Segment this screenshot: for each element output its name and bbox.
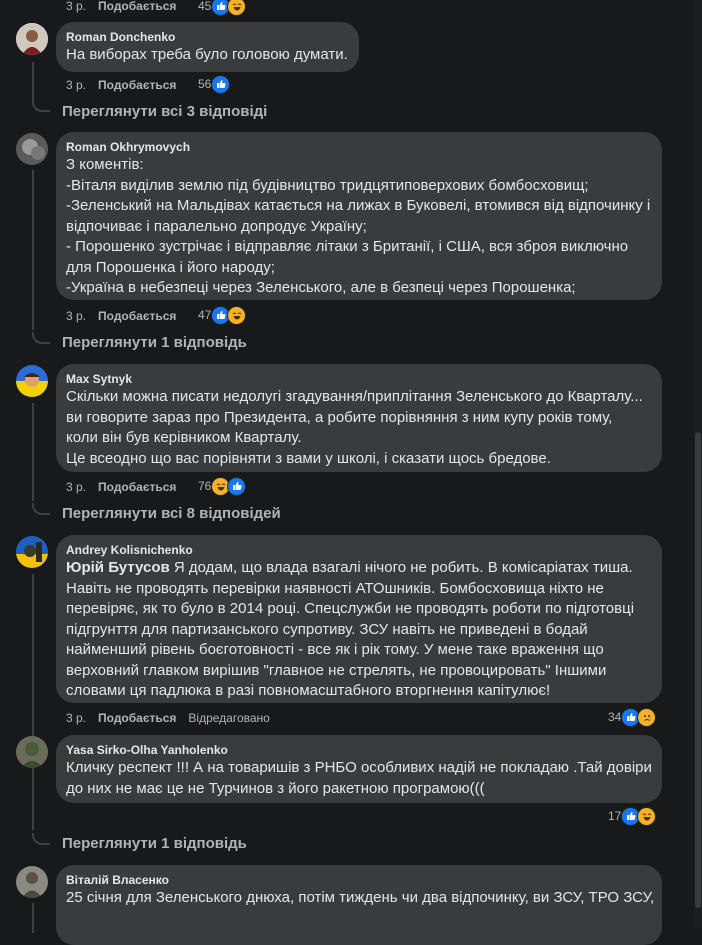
view-replies-link[interactable]: Переглянути всі 3 відповіді	[62, 102, 267, 122]
like-link[interactable]: Подобається	[98, 0, 176, 13]
timestamp[interactable]: 3 р.	[66, 0, 86, 13]
comment-line: ви говорите зараз про Президента, а роби…	[66, 408, 613, 426]
thread-connector	[32, 503, 50, 515]
comment-line: верховний главком вирішив "главное не ст…	[66, 661, 607, 679]
haha-icon	[227, 0, 247, 16]
comment-bubble: Max Sytnyk Скільки можна писати недолугі…	[56, 364, 662, 472]
thread-connector	[32, 833, 50, 845]
thread-line	[32, 903, 34, 933]
view-replies-link[interactable]: Переглянути 1 відповідь	[62, 834, 247, 854]
timestamp[interactable]: 3 р.	[66, 711, 86, 725]
comment-line: підгрунття для партизанського супротиву.…	[66, 620, 588, 638]
comment-text: 25 січня для Зеленського днюха, потім ти…	[66, 888, 655, 909]
comment-line: Скільки можна писати недолугі згадування…	[66, 388, 643, 405]
comment-bubble: Roman Okhrymovych З коментів: -Віталя ви…	[56, 132, 662, 300]
comment-line: до них не має це не Турчинов з його раке…	[66, 779, 485, 797]
view-replies-link[interactable]: Переглянути 1 відповідь	[62, 333, 247, 353]
timestamp[interactable]: 3 р.	[66, 309, 86, 323]
scrollbar[interactable]	[694, 0, 702, 928]
thread-line	[32, 574, 34, 830]
avatar[interactable]	[16, 365, 48, 397]
reaction-count: 45	[198, 0, 212, 13]
comment-line-text: Я додам, що влада взагалі нічого не роби…	[169, 559, 633, 576]
comment-line: На виборах треба було головою думати.	[66, 46, 348, 63]
author-name[interactable]: Max Sytnyk	[66, 371, 650, 387]
comment-line: Це всеодно що вас порівняти з вами у шко…	[66, 449, 551, 467]
comment-line: коли він був керівником Кварталу.	[66, 429, 302, 446]
reaction-count: 76	[198, 479, 212, 493]
comment-bubble: Віталій Власенко 25 січня для Зеленськог…	[56, 865, 662, 945]
comment-bubble: Andrey Kolisnichenko Юрій Бутусов Я дода…	[56, 535, 662, 703]
like-link[interactable]: Подобається	[98, 309, 176, 323]
like-link[interactable]: Подобається	[98, 78, 176, 92]
comment-meta: 3 р. Подобається Відредаговано	[66, 710, 282, 726]
thread-line	[32, 403, 34, 501]
reactions[interactable]: 34	[608, 707, 657, 727]
comment-text: Кличку респект !!! А на товаришів з РНБО…	[66, 758, 652, 799]
timestamp[interactable]: 3 р.	[66, 78, 86, 92]
like-link[interactable]: Подобається	[98, 711, 176, 725]
reactions[interactable]: 17	[608, 806, 657, 826]
comment-line: перевіряє, як то було в 2014 році. Спецс…	[66, 600, 635, 617]
reaction-count: 17	[608, 809, 622, 823]
author-name[interactable]: Roman Donchenko	[66, 29, 347, 45]
comment-text: Юрій Бутусов Я додам, що влада взагалі н…	[66, 558, 650, 702]
comment-bubble: Roman Donchenko На виборах треба було го…	[56, 22, 359, 72]
author-name[interactable]: Roman Okhrymovych	[66, 139, 650, 155]
comment-meta: 3 р. Подобається	[66, 308, 188, 324]
comment-line: -Зеленський на Мальдівах катається на ли…	[66, 197, 651, 214]
comment-line: -Віталя виділив землю під будівництво тр…	[66, 176, 589, 194]
avatar[interactable]	[16, 736, 48, 768]
comment-line: 25 січня для Зеленського днюха, потім ти…	[66, 889, 655, 906]
reactions[interactable]: 76	[198, 476, 247, 496]
reaction-count: 47	[198, 308, 212, 322]
thread-line	[32, 170, 34, 330]
reaction-count: 34	[608, 710, 622, 724]
haha-icon	[637, 806, 657, 826]
reaction-count: 56	[198, 77, 212, 91]
comment-line: - Порошенко зустрічає і відправляє літак…	[66, 238, 629, 255]
mention-link[interactable]: Юрій Бутусов	[66, 559, 170, 576]
like-icon	[227, 476, 247, 496]
avatar[interactable]	[16, 536, 48, 568]
comment-line: Юрій Бутусов Я додам, що влада взагалі н…	[66, 558, 650, 579]
comment-meta: 3 р. Подобається	[66, 0, 188, 14]
avatar[interactable]	[16, 133, 48, 165]
avatar[interactable]	[16, 866, 48, 898]
comment-meta: 3 р. Подобається	[66, 479, 188, 495]
comment-line: З коментів:	[66, 156, 144, 173]
thread-connector	[32, 100, 50, 112]
author-name[interactable]: Andrey Kolisnichenko	[66, 542, 650, 558]
comment-line: Навіть не проводять перевірки наявності …	[66, 579, 604, 597]
comment-text: Скільки можна писати недолугі згадування…	[66, 387, 650, 469]
edited-label[interactable]: Відредаговано	[188, 711, 269, 725]
comment-line: Кличку респект !!! А на товаришів з РНБО…	[66, 759, 652, 776]
avatar[interactable]	[16, 23, 48, 55]
comment-line: словами ця падлюка в разі повномасштабно…	[66, 682, 551, 699]
sad-icon	[637, 707, 657, 727]
comment-text: З коментів: -Віталя виділив землю під бу…	[66, 155, 650, 299]
like-icon	[211, 74, 231, 94]
comment-bubble: Yasa Sirko-Olha Yanholenko Кличку респек…	[56, 735, 662, 803]
comment-line: відпочиває і паралельно допродує Україну…	[66, 217, 367, 235]
scrollbar-thumb[interactable]	[695, 432, 701, 908]
comment-line: найменший рівень боєготовності - все як …	[66, 641, 604, 658]
reactions[interactable]: 47	[198, 305, 247, 325]
comment-line: -Україна в небезпеці через Зеленського, …	[66, 279, 576, 296]
haha-icon	[227, 305, 247, 325]
comment-line: для Порошенка і його народу;	[66, 258, 275, 276]
comment-text: На виборах треба було головою думати.	[66, 45, 348, 66]
like-link[interactable]: Подобається	[98, 480, 176, 494]
thread-connector	[32, 332, 50, 344]
reactions[interactable]: 56	[198, 74, 231, 94]
author-name[interactable]: Віталій Власенко	[66, 872, 650, 888]
comment-meta: 3 р. Подобається	[66, 77, 188, 93]
timestamp[interactable]: 3 р.	[66, 480, 86, 494]
view-replies-link[interactable]: Переглянути всі 8 відповідей	[62, 504, 281, 524]
reactions[interactable]: 45	[198, 0, 247, 16]
thread-line	[32, 62, 34, 102]
author-name[interactable]: Yasa Sirko-Olha Yanholenko	[66, 742, 650, 758]
